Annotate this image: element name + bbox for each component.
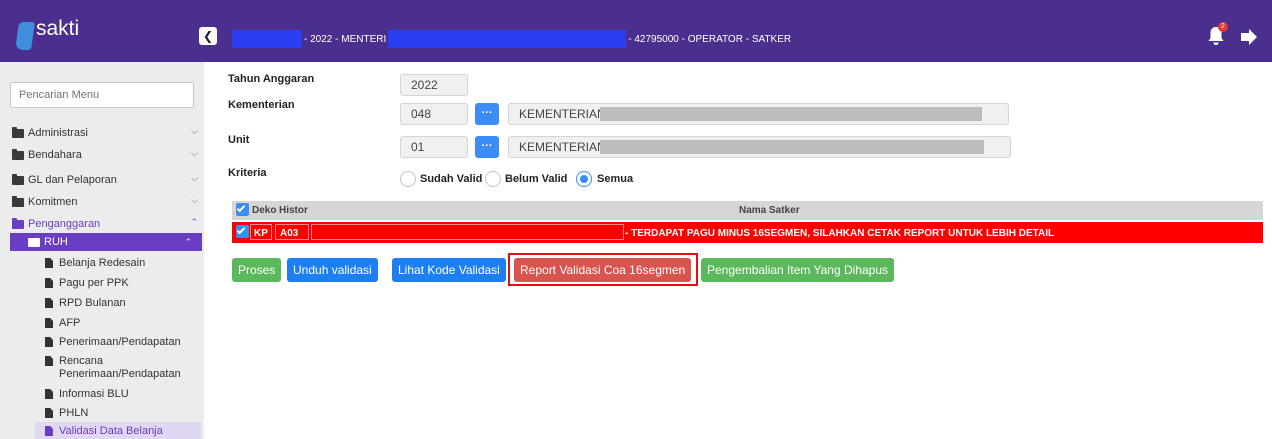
kementerian-name-text: KEMENTERIAN bbox=[519, 107, 606, 121]
pengembalian-item-button[interactable]: Pengembalian Item Yang Dihapus bbox=[701, 258, 895, 282]
chevron-down-icon: ⌵ bbox=[191, 173, 198, 183]
document-icon bbox=[45, 318, 53, 328]
row-kode: KP bbox=[254, 228, 268, 239]
folder-icon bbox=[12, 148, 24, 160]
sidebar-subitem-afp[interactable]: AFP bbox=[45, 317, 200, 330]
check-icon bbox=[236, 203, 246, 213]
radio-sudah-valid[interactable] bbox=[400, 171, 416, 187]
sidebar-item-label: Penganggaran bbox=[28, 218, 101, 230]
row-histor: A03 bbox=[280, 228, 299, 239]
chevron-up-icon: ⌃ bbox=[184, 236, 192, 247]
redacted-block bbox=[600, 140, 984, 154]
sidebar-item-penganggaran[interactable]: Penganggaran ⌃ bbox=[12, 215, 208, 233]
row-checkbox[interactable] bbox=[236, 225, 249, 238]
sidebar-item-label: Bendahara bbox=[28, 149, 82, 161]
sidebar-item-administrasi[interactable]: Administrasi ⌵ bbox=[12, 124, 208, 142]
folder-open-icon bbox=[12, 217, 24, 229]
tahun-anggaran-field[interactable]: 2022 bbox=[400, 74, 468, 96]
kementerian-code-field[interactable]: 048 bbox=[400, 103, 468, 125]
sidebar-subitem-validasi-data-belanja[interactable]: Validasi Data Belanja bbox=[45, 425, 200, 438]
cell-border bbox=[311, 224, 624, 240]
redacted-block bbox=[232, 30, 302, 48]
chevron-down-icon: ⌵ bbox=[191, 195, 198, 205]
sidebar-subitem-label: AFP bbox=[59, 317, 81, 329]
radio-belum-valid[interactable] bbox=[485, 171, 501, 187]
chevron-down-icon: ⌵ bbox=[191, 126, 198, 136]
proses-button[interactable]: Proses bbox=[232, 258, 282, 282]
radio-belum-valid-label: Belum Valid bbox=[505, 173, 568, 185]
chevron-down-icon: ⌵ bbox=[191, 148, 198, 158]
kriteria-label: Kriteria bbox=[228, 167, 267, 179]
sidebar-item-komitmen[interactable]: Komitmen ⌵ bbox=[12, 193, 208, 211]
sidebar-subitem-belanja-redesain[interactable]: Belanja Redesain bbox=[45, 257, 200, 270]
tahun-anggaran-label: Tahun Anggaran bbox=[228, 73, 315, 85]
info-segment-2: - 42795000 - OPERATOR - SATKER bbox=[628, 33, 792, 45]
redacted-block bbox=[388, 30, 627, 48]
folder-open-icon bbox=[28, 237, 40, 247]
document-icon bbox=[45, 426, 53, 436]
check-icon bbox=[236, 225, 246, 235]
sidebar-subitem-label: RPD Bulanan bbox=[59, 297, 126, 309]
folder-icon bbox=[12, 173, 24, 185]
kementerian-label: Kementerian bbox=[228, 99, 295, 111]
sidebar-item-label: Administrasi bbox=[28, 127, 88, 139]
column-header-histor: Histor bbox=[279, 205, 308, 216]
sidebar-subitem-label: Penerimaan/Pendapatan bbox=[59, 336, 181, 348]
unduh-validasi-button[interactable]: Unduh validasi bbox=[287, 258, 378, 282]
sidebar-subitem-label: Pagu per PPK bbox=[59, 277, 129, 289]
unit-name-text: KEMENTERIAN bbox=[519, 140, 606, 154]
radio-semua-label: Semua bbox=[597, 173, 634, 185]
radio-semua[interactable] bbox=[576, 171, 592, 187]
document-icon bbox=[45, 337, 53, 347]
unit-code-field[interactable]: 01 bbox=[400, 136, 468, 158]
chevron-up-icon: ⌃ bbox=[190, 217, 198, 227]
notification-count-badge: 2 bbox=[1218, 22, 1228, 32]
folder-icon bbox=[12, 126, 24, 138]
sidebar-item-gl-dan-pelaporan[interactable]: GL dan Pelaporan ⌵ bbox=[12, 171, 208, 189]
sidebar-item-bendahara[interactable]: Bendahara ⌵ bbox=[12, 146, 208, 164]
document-icon bbox=[45, 408, 53, 418]
sidebar-subitem-informasi-blu[interactable]: Informasi BLU bbox=[45, 388, 200, 401]
sidebar-subitem-label: Rencana Penerimaan/Pendapatan bbox=[59, 355, 181, 380]
sidebar-item-label: RUH bbox=[44, 236, 68, 248]
app-logo-text: sakti bbox=[36, 17, 80, 40]
sidebar-subitem-phln[interactable]: PHLN bbox=[45, 407, 200, 420]
kementerian-lookup-button[interactable]: ··· bbox=[475, 103, 499, 125]
sidebar-subitem-label: PHLN bbox=[59, 407, 89, 419]
annotation-highlight-box bbox=[508, 253, 698, 286]
document-icon bbox=[45, 389, 53, 399]
folder-icon bbox=[12, 195, 24, 207]
sidebar-subitem-pagu-per-ppk[interactable]: Pagu per PPK bbox=[45, 277, 200, 290]
radio-sudah-valid-label: Sudah Valid bbox=[420, 173, 483, 185]
sidebar-item-label: GL dan Pelaporan bbox=[28, 174, 117, 186]
sidebar-subitem-label: Belanja Redesain bbox=[59, 257, 146, 269]
sidebar-subitem-rpd-bulanan[interactable]: RPD Bulanan bbox=[45, 297, 200, 310]
sidebar-collapse-button[interactable]: ❮ bbox=[199, 27, 217, 45]
unit-label: Unit bbox=[228, 134, 250, 146]
sidebar-item-ruh[interactable]: RUH ⌃ bbox=[10, 233, 202, 251]
redacted-block bbox=[600, 107, 982, 121]
lihat-kode-validasi-button[interactable]: Lihat Kode Validasi bbox=[392, 258, 506, 282]
logout-icon[interactable] bbox=[1239, 27, 1259, 47]
sidebar-item-label: Komitmen bbox=[28, 196, 78, 208]
menu-search-input[interactable] bbox=[10, 82, 194, 108]
sidebar-subitem-label: Informasi BLU bbox=[59, 388, 129, 400]
select-all-checkbox[interactable] bbox=[236, 203, 249, 216]
sidebar-subitem-penerimaan-pendapatan[interactable]: Penerimaan/Pendapatan bbox=[45, 336, 200, 349]
column-header-deko: Deko bbox=[252, 205, 277, 216]
user-info-bar: - 2022 - MENTERI - 42795000 - OPERATOR -… bbox=[232, 29, 791, 49]
document-icon bbox=[45, 298, 53, 308]
sidebar-subitem-rencana-penerimaan[interactable]: Rencana Penerimaan/Pendapatan bbox=[33, 355, 203, 381]
document-icon bbox=[45, 258, 53, 268]
row-message: - TERDAPAT PAGU MINUS 16SEGMEN, SILAHKAN… bbox=[625, 228, 1055, 239]
column-header-nama-satker: Nama Satker bbox=[739, 205, 800, 216]
info-segment-1: - 2022 - MENTERI bbox=[304, 33, 387, 45]
document-icon bbox=[45, 278, 53, 288]
unit-lookup-button[interactable]: ··· bbox=[475, 136, 499, 158]
sidebar-subitem-label: Validasi Data Belanja bbox=[59, 425, 163, 437]
